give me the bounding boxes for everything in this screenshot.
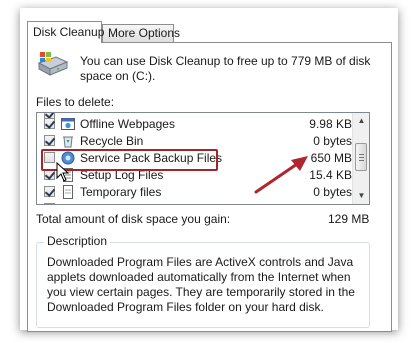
drive-icon <box>37 52 69 76</box>
list-item[interactable]: Offline Webpages 9.98 KB <box>37 116 352 133</box>
list-item[interactable]: Recycle Bin 0 bytes <box>37 133 352 150</box>
annotation-arrow-icon <box>254 156 308 194</box>
description-legend: Description <box>44 234 111 248</box>
scroll-thumb[interactable] <box>355 143 367 171</box>
total-value: 129 MB <box>328 212 370 226</box>
total-label: Total amount of disk space you gain: <box>36 212 231 226</box>
scroll-down-icon[interactable]: ▼ <box>354 188 369 204</box>
files-to-delete-label: Files to delete: <box>36 95 115 109</box>
file-name: Recycle Bin <box>80 134 144 148</box>
checkbox-offline-webpages[interactable] <box>44 118 55 129</box>
file-size: 9.98 KB <box>309 117 352 131</box>
mouse-cursor-icon <box>56 162 69 182</box>
file-size: 650 MB <box>310 151 352 165</box>
recycle-bin-icon <box>63 136 73 148</box>
offline-webpages-icon <box>61 118 75 130</box>
tab-more-options[interactable]: More Options <box>102 24 180 42</box>
header-text-line1: You can use Disk Cleanup to free up to 7… <box>80 54 371 68</box>
file-name: Temporary files <box>80 185 162 199</box>
list-item[interactable] <box>37 201 352 204</box>
description-text: Downloaded Program Files are ActiveX con… <box>47 255 355 314</box>
tab-disk-cleanup[interactable]: Disk Cleanup <box>27 21 104 43</box>
header-text-line2: space on (C:). <box>80 69 156 83</box>
temporary-files-icon <box>63 185 73 199</box>
file-size: 15.4 KB <box>309 168 352 182</box>
checkbox-temporary-files[interactable] <box>44 186 55 197</box>
checkbox-recycle-bin[interactable] <box>44 135 55 146</box>
file-name: Offline Webpages <box>80 117 175 131</box>
file-size: 0 bytes <box>313 134 352 148</box>
scroll-up-icon[interactable]: ▲ <box>354 113 369 129</box>
checkbox[interactable] <box>44 203 55 204</box>
file-size: 0 bytes <box>313 185 352 199</box>
list-scrollbar[interactable]: ▲ ▼ <box>352 113 369 204</box>
